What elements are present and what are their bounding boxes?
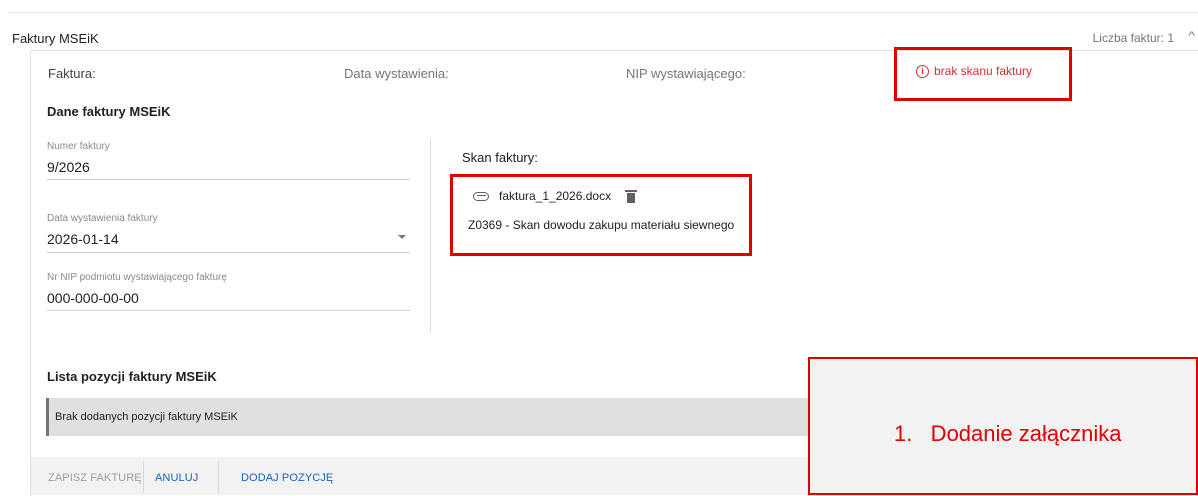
cancel-button[interactable]: Anuluj	[155, 472, 198, 484]
dropdown-arrow-icon[interactable]	[398, 235, 406, 239]
items-empty-text: Brak dodanych pozycji faktury MSEiK	[55, 411, 238, 423]
nip-label: Nr NIP podmiotu wystawiającego fakturę	[47, 272, 227, 283]
issue-date-field[interactable]: 2026-01-14	[47, 231, 119, 247]
invoice-number-underline	[47, 179, 410, 180]
highlight-box-attachment	[450, 174, 752, 256]
nip-underline	[47, 310, 410, 311]
footer-divider	[143, 461, 144, 493]
summary-nip-label: NIP wystawiającego:	[626, 66, 746, 81]
add-item-button[interactable]: Dodaj pozycję	[241, 472, 333, 484]
highlight-box-warning	[894, 47, 1072, 101]
scan-label: Skan faktury:	[462, 150, 538, 165]
issue-date-label: Data wystawienia faktury	[47, 213, 158, 224]
nip-field[interactable]: 000-000-00-00	[47, 290, 139, 306]
invoice-count: Liczba faktur: 1	[1092, 31, 1174, 45]
summary-date-label: Data wystawienia:	[344, 66, 449, 81]
top-divider	[8, 12, 1198, 13]
items-list-heading: Lista pozycji faktury MSEiK	[47, 369, 217, 384]
invoice-number-label: Numer faktury	[47, 141, 110, 152]
issue-date-underline	[47, 252, 410, 253]
annotation-text: 1. Dodanie załącznika	[894, 421, 1122, 446]
chevron-up-icon[interactable]: ^	[1188, 30, 1195, 42]
footer-divider	[218, 461, 219, 493]
section-title: Faktury MSEiK	[12, 31, 99, 46]
invoice-number-field[interactable]: 9/2026	[47, 159, 90, 175]
details-heading: Dane faktury MSEiK	[47, 104, 171, 119]
save-invoice-button[interactable]: Zapisz fakturę	[48, 472, 142, 484]
summary-invoice-label: Faktura:	[48, 66, 96, 81]
column-divider	[430, 138, 431, 332]
